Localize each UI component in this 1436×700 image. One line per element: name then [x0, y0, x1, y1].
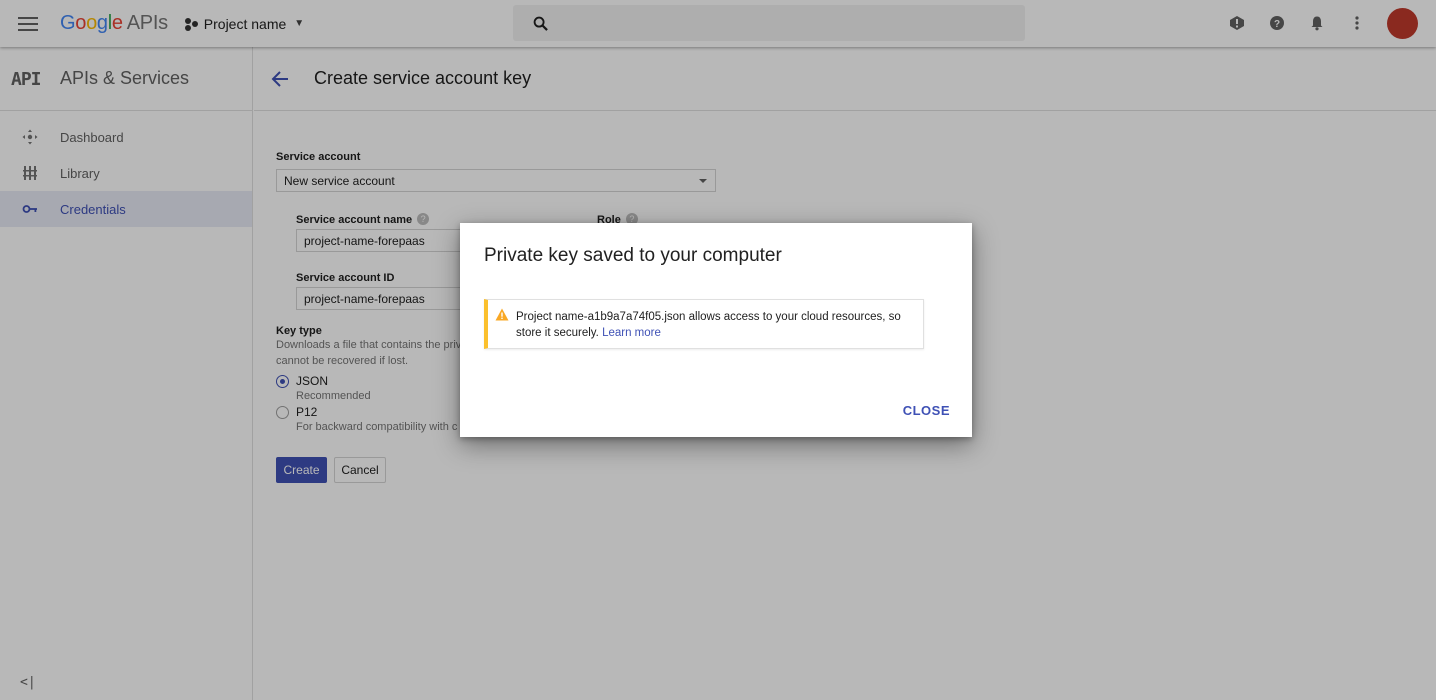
warning-callout: Project name-a1b9a7a74f05.json allows ac…: [484, 299, 924, 349]
private-key-saved-dialog: Private key saved to your computer Proje…: [460, 223, 972, 437]
warning-text: Project name-a1b9a7a74f05.json allows ac…: [516, 311, 901, 339]
learn-more-link[interactable]: Learn more: [602, 327, 661, 339]
dialog-title: Private key saved to your computer: [484, 245, 782, 266]
warning-icon: [495, 308, 509, 321]
close-button[interactable]: CLOSE: [903, 403, 950, 418]
